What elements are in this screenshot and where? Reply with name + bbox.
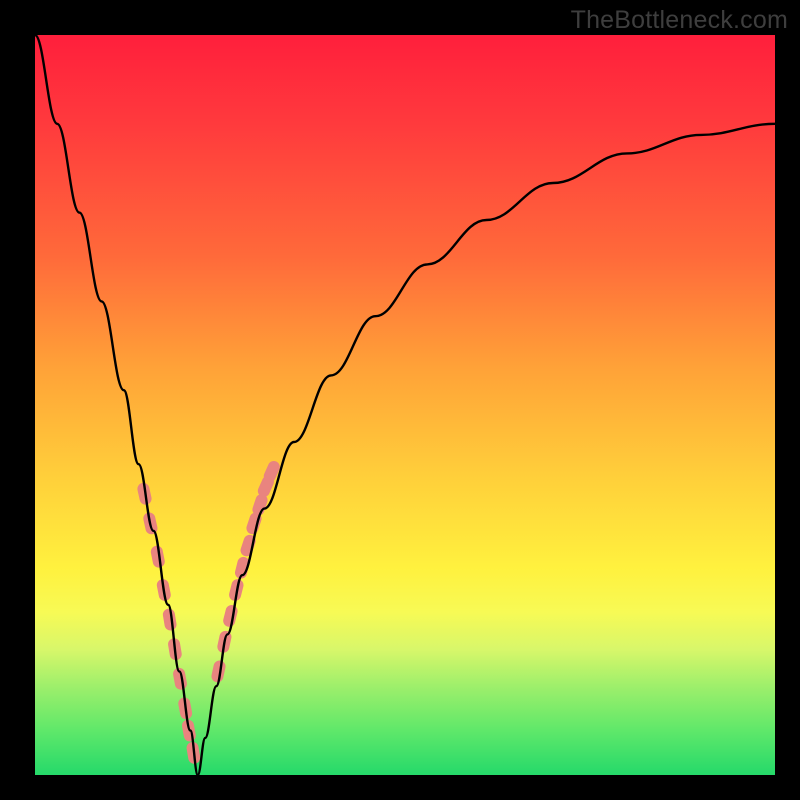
watermark-text: TheBottleneck.com — [571, 6, 788, 35]
chart-svg — [35, 35, 775, 775]
outer-frame: TheBottleneck.com — [0, 0, 800, 800]
plot-area — [35, 35, 775, 775]
bottleneck-curve — [35, 35, 775, 775]
